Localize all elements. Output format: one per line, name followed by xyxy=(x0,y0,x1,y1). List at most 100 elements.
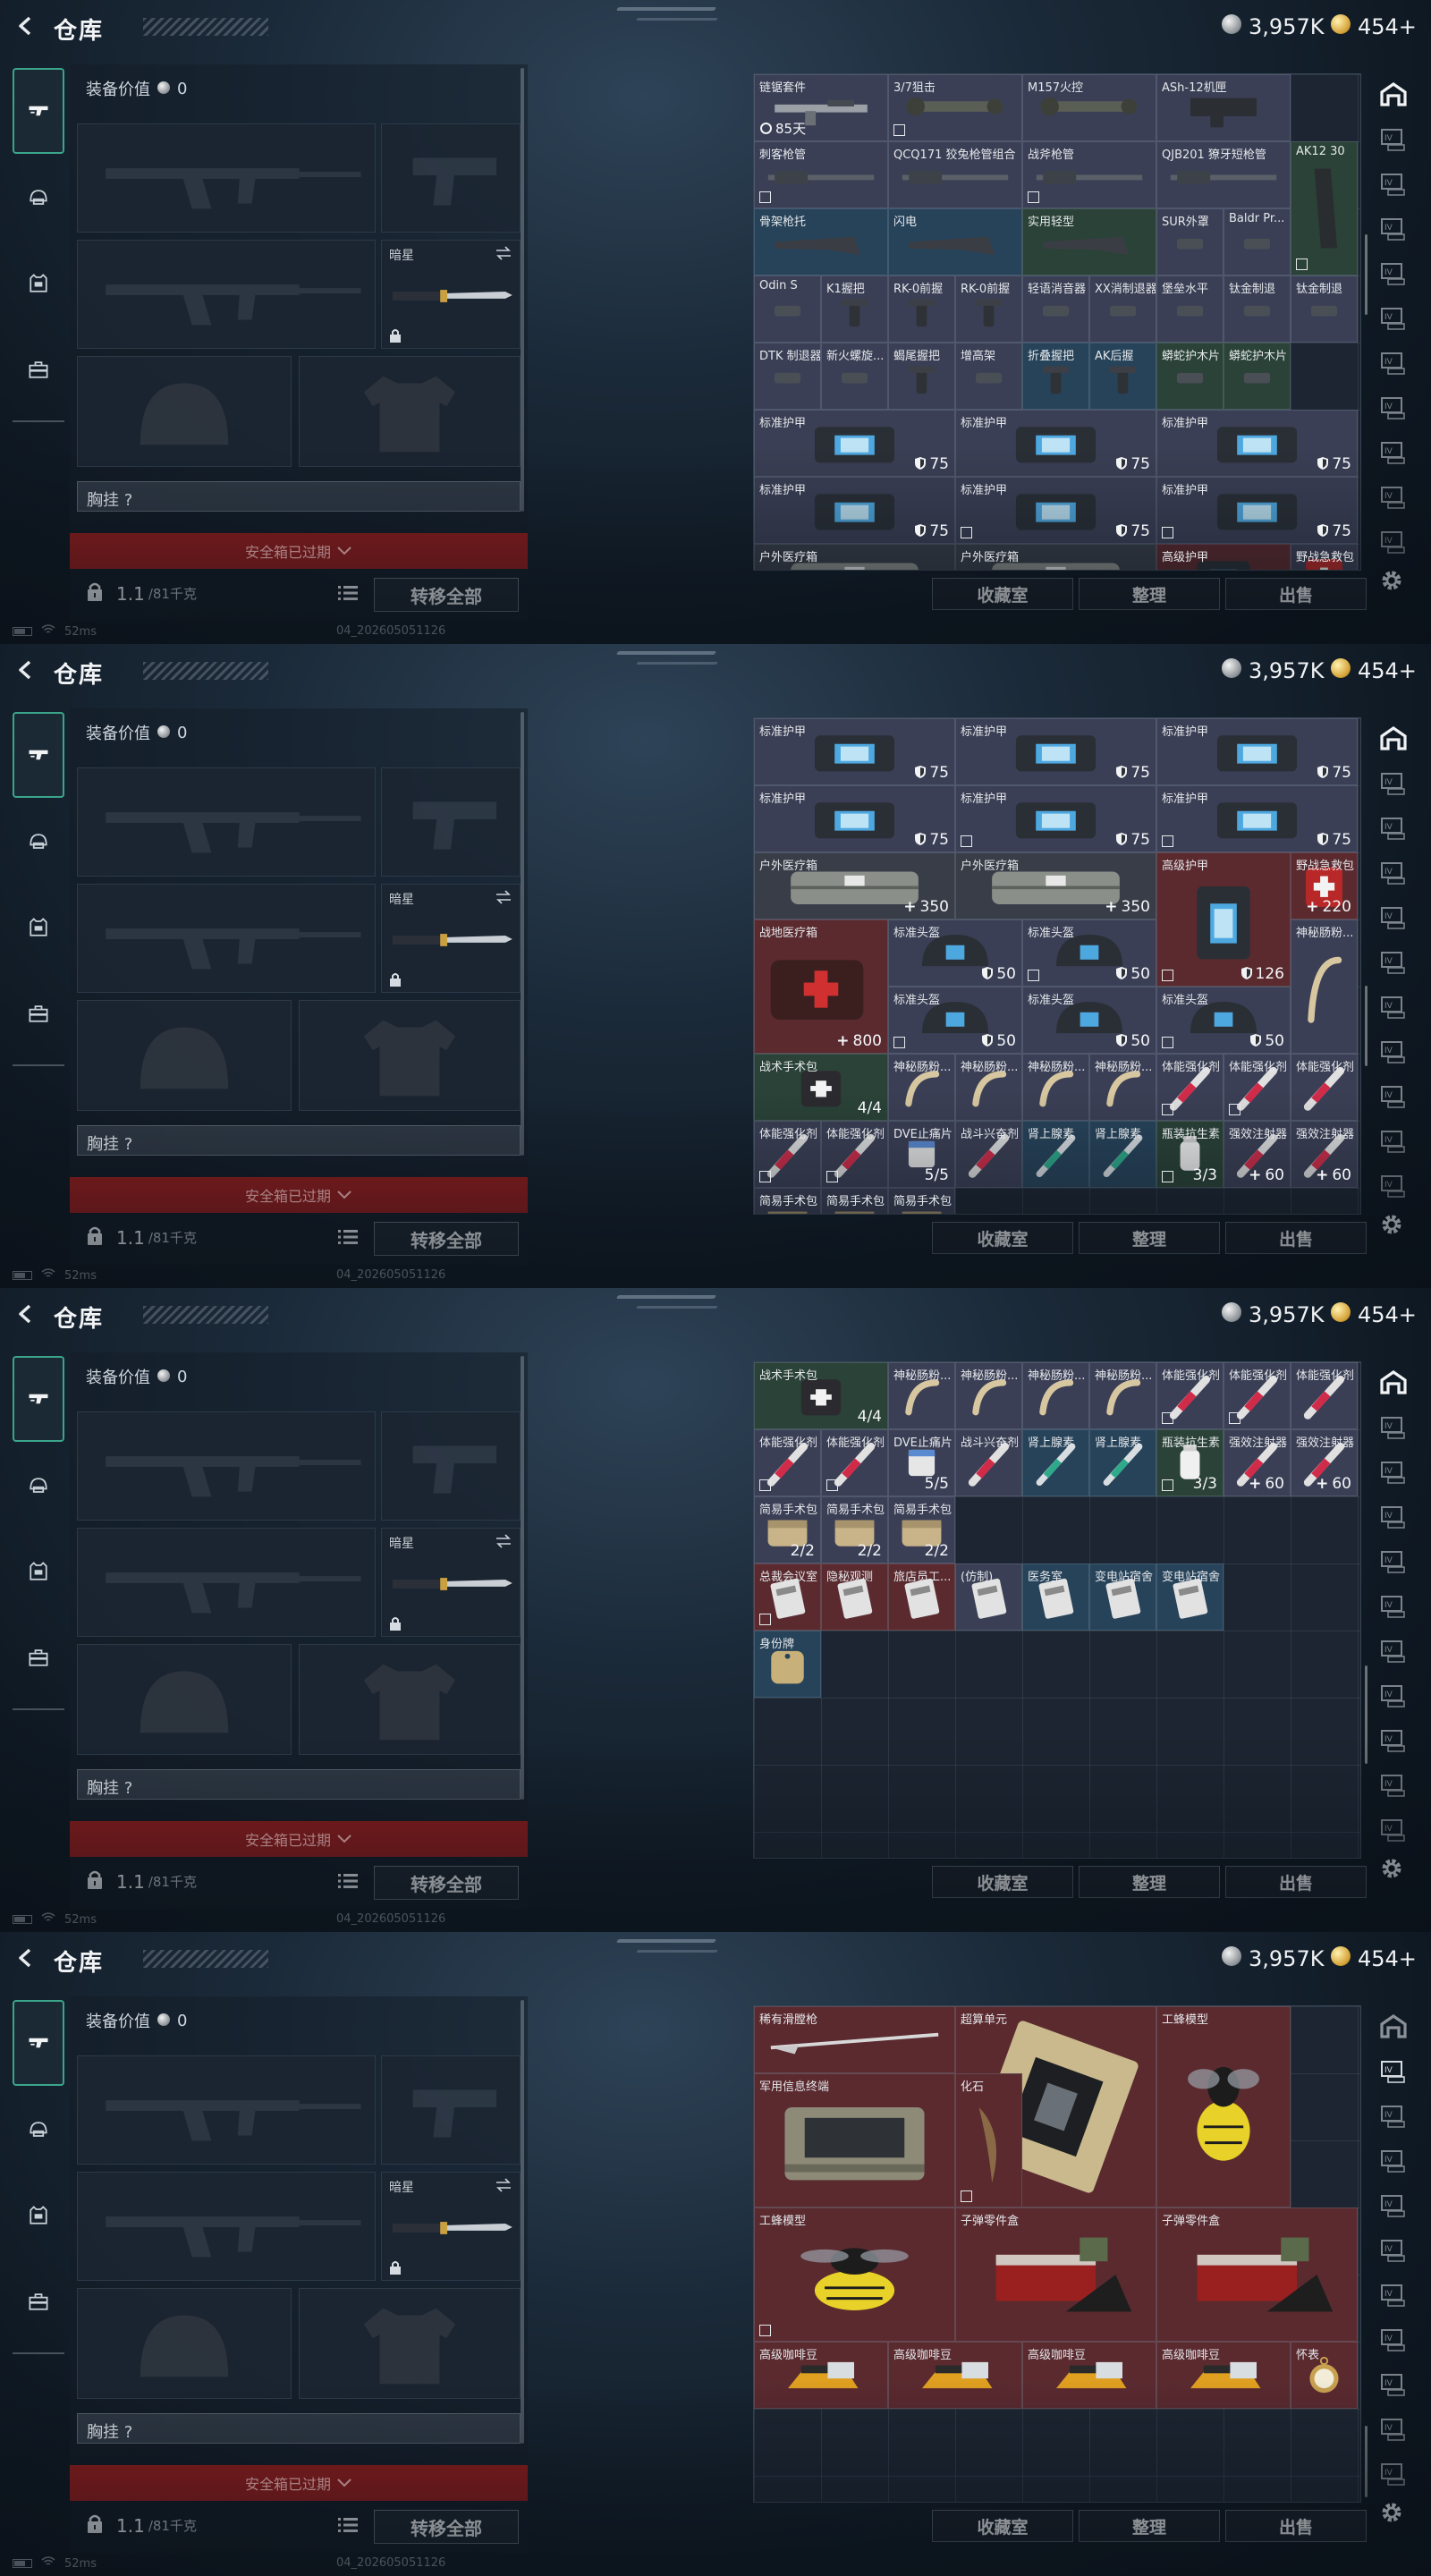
melee-slot[interactable]: 暗星 xyxy=(381,2172,521,2281)
stash-item[interactable]: 神秘肠粉... xyxy=(888,1362,955,1429)
stash-item[interactable]: 强效注射器 +60 xyxy=(1291,1429,1358,1496)
sell-button[interactable]: 出售 xyxy=(1225,578,1367,610)
stash-page-tab[interactable]: IV xyxy=(1377,946,1410,977)
primary-weapon-slot[interactable] xyxy=(77,767,376,877)
organize-button[interactable]: 整理 xyxy=(1079,1866,1220,1898)
stash-item[interactable]: 战术手术包 4/4 xyxy=(754,1362,888,1429)
safebox-expired-banner[interactable]: 安全箱已过期 xyxy=(70,1821,528,1857)
stash-item[interactable]: 蟒蛇护木片 xyxy=(1224,343,1291,410)
stash-item[interactable]: 标准头盔 50 xyxy=(1156,987,1291,1054)
stash-item[interactable]: 神秘肠粉... xyxy=(1291,919,1358,1054)
stash-item[interactable]: 工蜂模型 xyxy=(1156,2006,1291,2207)
gear-icon[interactable] xyxy=(1378,567,1405,594)
stash-item[interactable]: 旅店员工... xyxy=(888,1563,955,1631)
stash-scrollbar[interactable] xyxy=(1365,986,1367,1066)
pistol-slot[interactable] xyxy=(381,767,521,877)
sell-button[interactable]: 出售 xyxy=(1225,1866,1367,1898)
stash-item[interactable]: Baldr Pr... xyxy=(1224,208,1291,275)
stash-item[interactable]: 钛金制退 xyxy=(1224,275,1291,343)
transfer-all-button[interactable]: 转移全部 xyxy=(374,1866,519,1900)
stash-item[interactable]: 瓶装抗生素 3/3 xyxy=(1156,1429,1224,1496)
stash-scrollbar[interactable] xyxy=(1365,1665,1367,1764)
stash-item[interactable]: 医务室 xyxy=(1022,1563,1089,1631)
stash-item[interactable]: 简易手术包 xyxy=(888,1188,955,1214)
stash-item[interactable]: 工蜂模型 xyxy=(754,2207,955,2342)
gold-currency[interactable]: 454+ xyxy=(1331,14,1417,39)
stash-item[interactable]: 强效注射器 +60 xyxy=(1291,1121,1358,1188)
gold-currency[interactable]: 454+ xyxy=(1331,658,1417,683)
stash-item[interactable]: 标准护甲 75 xyxy=(754,785,955,852)
stash-item[interactable]: 体能强化剂 xyxy=(754,1429,821,1496)
stash-item[interactable]: 链锯套件 85天 xyxy=(754,74,888,141)
stash-item[interactable]: 体能强化剂 xyxy=(1156,1362,1224,1429)
tab-helmet[interactable] xyxy=(13,801,64,882)
stash-item[interactable]: 神秘肠粉... xyxy=(955,1054,1022,1121)
stash-item[interactable]: RK-0前握 xyxy=(888,275,955,343)
stash-item[interactable]: 标准护甲 75 xyxy=(754,718,955,785)
back-arrow-icon[interactable] xyxy=(13,13,39,39)
stash-item[interactable]: 简易手术包 xyxy=(754,1188,821,1214)
stash-page-tab[interactable]: IV xyxy=(1377,1635,1410,1665)
gear-icon[interactable] xyxy=(1378,1211,1405,1238)
melee-slot[interactable]: 暗星 xyxy=(381,1528,521,1637)
stash-page-tab[interactable]: IV xyxy=(1377,1769,1410,1800)
tab-backpack[interactable] xyxy=(13,973,64,1054)
stash-item[interactable]: 神秘肠粉... xyxy=(1022,1054,1089,1121)
stash-item[interactable]: Odin S xyxy=(754,275,821,343)
stash-item[interactable]: 标准头盔 50 xyxy=(1022,987,1156,1054)
stash-item[interactable]: 折叠握把 xyxy=(1022,343,1089,410)
stash-item[interactable]: 隐秘观测 xyxy=(821,1563,888,1631)
stash-page-tab[interactable]: IV xyxy=(1377,213,1410,243)
tab-backpack[interactable] xyxy=(13,2261,64,2342)
stash-page-tab[interactable]: IV xyxy=(1377,347,1410,377)
stash-item[interactable]: AK12 30 xyxy=(1291,141,1358,275)
stash-page-tab[interactable]: IV xyxy=(1377,123,1410,154)
swap-icon[interactable] xyxy=(495,890,512,904)
list-icon[interactable] xyxy=(338,2517,358,2533)
stash-item[interactable]: 户外医疗箱 +350 xyxy=(754,852,955,919)
tab-helmet[interactable] xyxy=(13,1445,64,1526)
tab-vest[interactable] xyxy=(13,887,64,968)
stash-item[interactable]: 军用信息终端 xyxy=(754,2073,955,2207)
stash-item[interactable]: 标准头盔 50 xyxy=(888,919,1022,987)
secondary-weapon-slot[interactable] xyxy=(77,884,376,993)
sell-button[interactable]: 出售 xyxy=(1225,1222,1367,1254)
stash-page-tab[interactable]: IV xyxy=(1377,2145,1410,2175)
gold-currency[interactable]: 454+ xyxy=(1331,1946,1417,1971)
chest-rig-slot[interactable]: 胸挂 ? xyxy=(77,1125,521,1156)
stash-item[interactable]: AK后握 xyxy=(1089,343,1156,410)
list-icon[interactable] xyxy=(338,585,358,601)
equipment-scrollbar[interactable] xyxy=(521,2000,524,2444)
stash-page-tab[interactable]: IV xyxy=(1377,1590,1410,1621)
pistol-slot[interactable] xyxy=(381,1411,521,1521)
stash-item[interactable]: 化石 xyxy=(955,2073,1022,2207)
stash-page-tab[interactable]: IV xyxy=(1377,902,1410,932)
stash-item[interactable]: 高级护甲 xyxy=(1156,544,1291,570)
stash-item[interactable]: 标准护甲 75 xyxy=(955,718,1156,785)
stash-item[interactable]: 总裁会议室 xyxy=(754,1563,821,1631)
gear-icon[interactable] xyxy=(1378,1855,1405,1882)
safebox-expired-banner[interactable]: 安全箱已过期 xyxy=(70,1177,528,1213)
stash-item[interactable]: 神秘肠粉... xyxy=(1089,1362,1156,1429)
equipment-scrollbar[interactable] xyxy=(521,712,524,1156)
sell-button[interactable]: 出售 xyxy=(1225,2510,1367,2542)
stash-item[interactable]: (仿制) xyxy=(955,1563,1022,1631)
stash-item[interactable]: 简易手术包 xyxy=(821,1188,888,1214)
stash-item[interactable]: 变电站宿舍 xyxy=(1089,1563,1156,1631)
stash-item[interactable]: K1握把 xyxy=(821,275,888,343)
back-arrow-icon[interactable] xyxy=(13,1301,39,1327)
tab-weapons[interactable] xyxy=(13,68,64,154)
stash-item[interactable]: 稀有滑膛枪 xyxy=(754,2006,955,2073)
stash-item[interactable]: 肾上腺素 xyxy=(1022,1121,1089,1188)
organize-button[interactable]: 整理 xyxy=(1079,2510,1220,2542)
stash-item[interactable]: 标准护甲 75 xyxy=(1156,410,1358,477)
stash-item[interactable]: 简易手术包 2/2 xyxy=(821,1496,888,1563)
stash-item[interactable]: 体能强化剂 xyxy=(1291,1362,1358,1429)
stash-scrollbar[interactable] xyxy=(1365,234,1367,315)
stash-item[interactable]: 体能强化剂 xyxy=(1291,1054,1358,1121)
organize-button[interactable]: 整理 xyxy=(1079,578,1220,610)
stash-page-tab[interactable]: IV xyxy=(1377,1680,1410,1710)
silver-currency[interactable]: 3,957K xyxy=(1222,1302,1324,1327)
stash-item[interactable]: 瓶装抗生素 3/3 xyxy=(1156,1121,1224,1188)
stash-item[interactable]: 标准护甲 75 xyxy=(754,477,955,544)
